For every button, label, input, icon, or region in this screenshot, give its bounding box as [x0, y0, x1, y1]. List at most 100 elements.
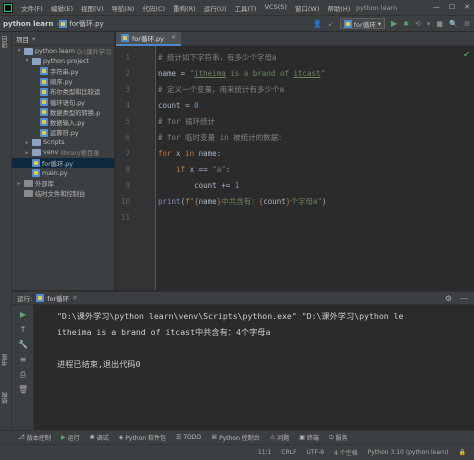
- tree-item[interactable]: 字符串.py: [12, 66, 114, 76]
- tree-item[interactable]: main.py: [12, 168, 114, 178]
- tree-item-label: 运算符.py: [50, 130, 79, 138]
- debug-icon[interactable]: ✱: [403, 20, 409, 28]
- status-line-separator[interactable]: CRLF: [281, 449, 296, 456]
- bottom-tool-3[interactable]: ◈ Python 软件包: [119, 433, 166, 442]
- coverage-icon[interactable]: ⟲: [415, 20, 421, 28]
- run-configuration-select[interactable]: for循环 ▾: [339, 18, 385, 29]
- chevron-right-icon[interactable]: ▸: [16, 181, 22, 187]
- hide-icon[interactable]: —: [460, 294, 468, 303]
- tree-item[interactable]: ▾ python project: [12, 56, 114, 66]
- pycharm-logo-icon: [3, 2, 13, 13]
- editor-tab-active[interactable]: for循环.py ✕: [116, 31, 182, 46]
- stop-icon[interactable]: ■: [436, 20, 443, 28]
- settings-icon[interactable]: ⚙: [445, 294, 452, 303]
- menu-item[interactable]: 重构(R): [169, 3, 200, 13]
- bottom-tool-6[interactable]: ⚠ 问题: [270, 433, 289, 442]
- inspection-ok-icon[interactable]: ✔: [463, 50, 470, 59]
- search-icon[interactable]: 🔍: [449, 20, 458, 28]
- settings-icon[interactable]: ⚙: [464, 20, 470, 28]
- project-title[interactable]: 项目: [16, 34, 29, 44]
- menu-item[interactable]: 帮助(H): [323, 3, 354, 13]
- bottom-tool-0[interactable]: ⎇ 版本控制: [18, 433, 51, 442]
- menu-item[interactable]: 导航(N): [108, 3, 139, 13]
- up-arrow-icon[interactable]: ↑: [18, 325, 28, 335]
- status-indent[interactable]: 4 个空格: [334, 448, 358, 457]
- bottom-tool-4[interactable]: ☰ TODO: [176, 434, 201, 441]
- bottom-tool-1[interactable]: ▶ 运行: [61, 433, 80, 442]
- code-area[interactable]: # 统计如下字符串，有多少个字母a name = "itheima is a b…: [158, 46, 474, 290]
- python-file-icon: [40, 67, 48, 76]
- minimize-icon[interactable]: —: [433, 3, 440, 11]
- bottom-tool-5[interactable]: ⌘ Python 控制台: [211, 433, 260, 442]
- wrench-icon[interactable]: 🔧: [18, 340, 28, 350]
- menu-item[interactable]: 运行(U): [200, 3, 231, 13]
- chevron-right-icon[interactable]: ▸: [24, 140, 30, 146]
- breadcrumb-file[interactable]: for循环.py: [59, 19, 104, 29]
- run-tab[interactable]: for循环 ✕: [36, 293, 78, 303]
- tree-item[interactable]: ▸ venv library根目录: [12, 148, 114, 158]
- tree-item[interactable]: ▸ Scripts: [12, 138, 114, 148]
- tree-item[interactable]: 运算符.py: [12, 128, 114, 138]
- bottom-tool-label: Python 控制台: [219, 435, 260, 442]
- maximize-icon[interactable]: ☐: [449, 3, 455, 11]
- console-line: "D:\课外学习\python learn\venv\Scripts\pytho…: [57, 311, 404, 321]
- menu-item[interactable]: 编辑(E): [47, 3, 77, 13]
- tool-tab-project[interactable]: 项目: [1, 36, 11, 48]
- python-file-icon: [40, 98, 48, 107]
- python-file-icon: [32, 159, 40, 168]
- tree-item[interactable]: 临时文件和控制台: [12, 189, 114, 199]
- menu-item[interactable]: VCS(S): [261, 3, 291, 13]
- tree-item[interactable]: ▸ 外部库: [12, 178, 114, 188]
- soft-wrap-icon[interactable]: ≡: [18, 355, 28, 365]
- close-tab-icon[interactable]: ✕: [171, 34, 176, 41]
- tree-item[interactable]: 顺序.py: [12, 77, 114, 87]
- menu-item[interactable]: 窗口(W): [291, 3, 324, 13]
- breadcrumb-project[interactable]: python learn: [0, 20, 56, 28]
- tool-tab-structure[interactable]: 结构: [1, 392, 11, 404]
- close-tab-icon[interactable]: ✕: [72, 294, 77, 302]
- terminal-icon: ▣: [299, 434, 305, 441]
- tool-tab-bookmarks[interactable]: 书签: [1, 354, 11, 366]
- bottom-tool-label: 终端: [306, 435, 319, 442]
- more-icon[interactable]: ▾: [427, 20, 431, 28]
- python-file-icon: [36, 294, 45, 302]
- line-number: 10: [120, 197, 130, 206]
- menu-item[interactable]: 代码(C): [138, 3, 169, 13]
- chevron-down-icon[interactable]: ▾: [32, 35, 35, 43]
- tree-item[interactable]: 数据输入.py: [12, 117, 114, 127]
- tree-item[interactable]: 循环语句.py: [12, 97, 114, 107]
- bottom-tool-7[interactable]: ▣ 终端: [299, 433, 319, 442]
- toolbar-right: 👤 ↙ for循环 ▾ ▶ ✱ ⟲ ▾ ■ 🔍 ⚙: [313, 18, 470, 29]
- tree-item[interactable]: 数据类型的转换.p: [12, 107, 114, 117]
- tree-item[interactable]: ▾ python learn D:\课外学习: [12, 46, 114, 56]
- menu-item[interactable]: 文件(F): [17, 3, 47, 13]
- back-arrow-icon[interactable]: ↙: [328, 20, 334, 28]
- menu-item[interactable]: 工具(T): [231, 3, 261, 13]
- tree-item-label: 循环语句.py: [50, 99, 85, 107]
- status-encoding[interactable]: UTF-8: [307, 449, 325, 456]
- delete-icon[interactable]: 🗑: [18, 385, 28, 395]
- rerun-icon[interactable]: ▶: [18, 310, 28, 320]
- chevron-down-icon[interactable]: ▾: [24, 58, 30, 64]
- bottom-tool-2[interactable]: ✱ 调试: [90, 433, 109, 442]
- print-icon[interactable]: ⎙: [18, 370, 28, 380]
- menu-item[interactable]: 视图(V): [77, 3, 108, 13]
- tree-item[interactable]: for循环.py: [12, 158, 114, 169]
- python-file-icon: [40, 108, 48, 117]
- status-interpreter[interactable]: Python 3.10 (python learn): [368, 449, 449, 456]
- status-position[interactable]: 11:1: [258, 449, 271, 456]
- run-icon[interactable]: ▶: [391, 19, 397, 28]
- python-file-icon: [40, 118, 48, 127]
- bottom-tool-8[interactable]: ⏻ 服务: [329, 433, 348, 443]
- line-number: 6: [125, 133, 130, 142]
- code-line-6: # for 临时变量 in 被统计的数据：: [158, 133, 286, 142]
- run-console[interactable]: "D:\课外学习\python learn\venv\Scripts\pytho…: [35, 305, 474, 430]
- chevron-down-icon[interactable]: ▾: [16, 48, 22, 54]
- project-tree: ▾ python learn D:\课外学习 ▾ python project 字符串.p…: [12, 46, 114, 199]
- close-icon[interactable]: ✕: [464, 3, 470, 11]
- user-icon[interactable]: 👤: [313, 20, 322, 28]
- code-line-3: # 定义一个变量，用来统计有多少个a: [158, 85, 285, 94]
- chevron-right-icon[interactable]: ▸: [24, 150, 30, 156]
- lock-icon[interactable]: 🔒: [459, 449, 466, 456]
- tree-item[interactable]: 布尔类型和比较运: [12, 87, 114, 97]
